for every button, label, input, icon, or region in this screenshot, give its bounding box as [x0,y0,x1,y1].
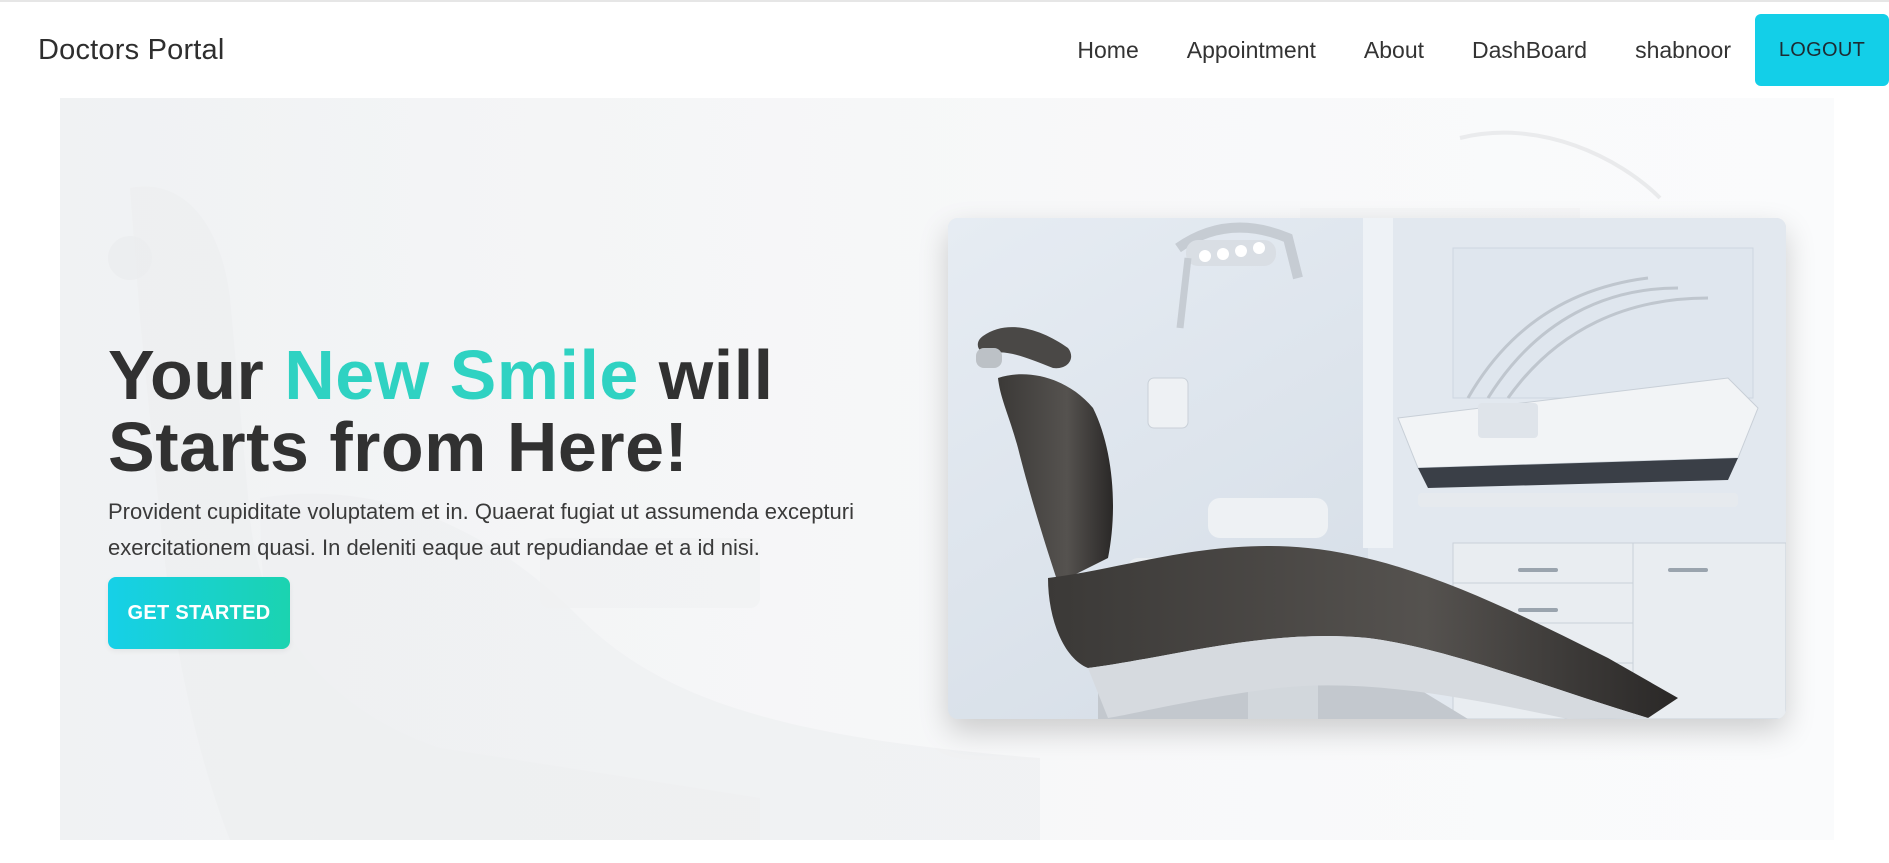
get-started-button[interactable]: GET STARTED [108,577,290,649]
nav-link-about[interactable]: About [1364,37,1424,64]
hero-section: Your New Smile will Starts from Here! Pr… [60,98,1834,840]
dental-chair-image [948,218,1786,719]
navbar: Doctors Portal Home Appointment About Da… [0,2,1889,98]
nav-link-appointment[interactable]: Appointment [1187,37,1316,64]
hero-description: Provident cupiditate voluptatem et in. Q… [108,499,854,560]
nav-link-dashboard[interactable]: DashBoard [1472,37,1587,64]
headline-line2: Starts from Here! [108,407,689,486]
headline-part1: Your [108,335,285,414]
nav-link-home[interactable]: Home [1077,37,1138,64]
dental-chair-illustration [948,218,1786,719]
logout-button[interactable]: LOGOUT [1755,14,1889,86]
nav-links: Home Appointment About DashBoard shabnoo… [1077,14,1889,86]
headline-part2: will [638,335,774,414]
nav-link-user[interactable]: shabnoor [1635,37,1731,64]
headline-accent: New Smile [284,335,639,414]
brand-logo[interactable]: Doctors Portal [38,34,225,67]
hero-headline: Your New Smile will Starts from Here! [108,339,868,483]
